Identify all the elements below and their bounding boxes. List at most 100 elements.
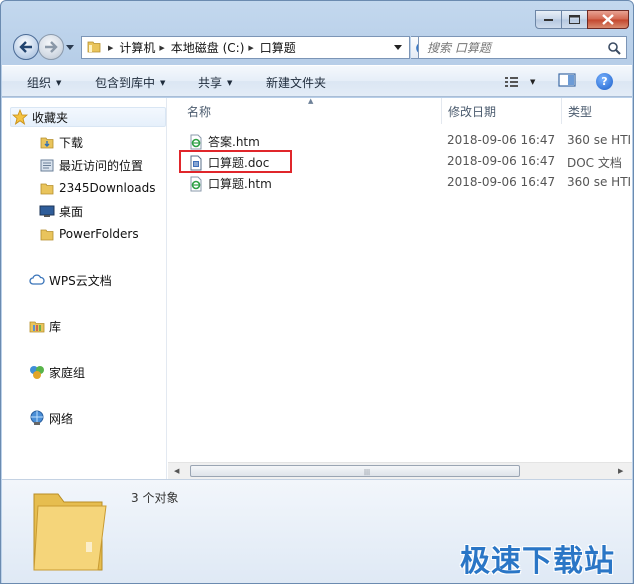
new-folder-button[interactable]: 新建文件夹 bbox=[266, 74, 326, 91]
preview-pane-icon bbox=[558, 73, 576, 87]
share-label: 共享 bbox=[198, 76, 223, 90]
preview-pane-button[interactable] bbox=[558, 72, 576, 91]
new-folder-label: 新建文件夹 bbox=[266, 76, 327, 90]
column-header-date[interactable]: 修改日期 bbox=[441, 98, 561, 124]
scrollbar-thumb[interactable]: ||| bbox=[190, 465, 520, 477]
back-arrow-icon bbox=[19, 41, 32, 53]
highlight-annotation bbox=[179, 150, 292, 173]
organize-menu[interactable]: 组织 ▼ bbox=[27, 74, 61, 91]
command-bar: 组织 ▼ 包含到库中 ▼ 共享 ▼ 新建文件夹 ▼ ? bbox=[2, 65, 632, 97]
sidebar-item-network[interactable]: 网络 bbox=[28, 408, 73, 428]
folder-icon bbox=[87, 39, 101, 56]
maximize-icon bbox=[569, 15, 580, 24]
file-date: 2018-09-06 16:47 bbox=[447, 154, 556, 168]
share-menu[interactable]: 共享 ▼ bbox=[198, 74, 232, 91]
cloud-icon bbox=[28, 272, 46, 288]
close-button[interactable] bbox=[587, 10, 629, 29]
scroll-left-icon[interactable]: ◀ bbox=[174, 467, 179, 475]
html-file-icon bbox=[190, 176, 202, 191]
forward-button[interactable] bbox=[38, 34, 64, 60]
html-file-icon bbox=[190, 134, 202, 149]
maximize-button[interactable] bbox=[561, 10, 588, 29]
caption-buttons bbox=[535, 10, 629, 29]
sidebar-label: PowerFolders bbox=[59, 227, 139, 241]
minimize-icon bbox=[543, 18, 553, 21]
scroll-right-icon[interactable]: ▶ bbox=[618, 467, 623, 475]
sidebar-item-downloads[interactable]: 下载 bbox=[38, 132, 83, 152]
column-header-type[interactable]: 类型 bbox=[561, 98, 632, 124]
library-icon bbox=[28, 318, 46, 334]
file-name: 答案.htm bbox=[208, 135, 260, 149]
sidebar-item-favorites[interactable]: 收藏夹 bbox=[10, 107, 166, 127]
minimize-button[interactable] bbox=[535, 10, 562, 29]
view-dropdown-icon: ▼ bbox=[530, 78, 536, 86]
sidebar-item-desktop[interactable]: 桌面 bbox=[38, 201, 83, 221]
search-input[interactable] bbox=[427, 40, 597, 55]
navigation-bar: ▶ 计算机 ▶ 本地磁盘 (C:) ▶ 口算题 bbox=[9, 34, 627, 60]
help-button[interactable]: ? bbox=[596, 73, 613, 90]
sidebar-item-recent-places[interactable]: 最近访问的位置 bbox=[38, 155, 143, 175]
watermark: 极速下载站 bbox=[460, 544, 615, 579]
dropdown-arrow-icon: ▼ bbox=[227, 79, 233, 87]
horizontal-scrollbar[interactable]: ◀ ||| ▶ bbox=[168, 462, 632, 479]
file-type: 360 se HTI bbox=[567, 133, 632, 147]
dropdown-arrow-icon: ▼ bbox=[56, 79, 62, 87]
address-dropdown-icon[interactable] bbox=[394, 44, 403, 51]
sidebar-item-2345downloads[interactable]: 2345Downloads bbox=[38, 178, 155, 198]
breadcrumb-current-folder[interactable]: 口算题 bbox=[260, 39, 296, 56]
address-bar[interactable]: ▶ 计算机 ▶ 本地磁盘 (C:) ▶ 口算题 bbox=[81, 36, 410, 59]
column-header-name[interactable]: 名称 bbox=[180, 98, 442, 124]
sidebar-item-libraries[interactable]: 库 bbox=[28, 316, 61, 336]
file-name-cell: 答案.htm bbox=[188, 133, 260, 150]
star-icon bbox=[11, 109, 29, 125]
file-name-cell: 口算题.htm bbox=[188, 175, 272, 192]
sidebar-label: 网络 bbox=[49, 411, 74, 426]
search-box[interactable] bbox=[418, 36, 627, 59]
sidebar-label: 最近访问的位置 bbox=[59, 158, 144, 173]
sidebar-item-wps-cloud[interactable]: WPS云文档 bbox=[28, 270, 112, 290]
file-name: 口算题.htm bbox=[208, 177, 272, 191]
search-icon[interactable] bbox=[607, 41, 621, 55]
recent-places-icon bbox=[38, 157, 56, 173]
downloads-folder-icon bbox=[38, 134, 56, 150]
sidebar-label: WPS云文档 bbox=[49, 273, 112, 288]
explorer-window: ▶ 计算机 ▶ 本地磁盘 (C:) ▶ 口算题 组织 ▼ 包含到库中 ▼ 共享 ▼ 新… bbox=[0, 0, 634, 584]
grip-icon: ||| bbox=[364, 469, 371, 476]
homegroup-icon bbox=[28, 364, 46, 380]
main-content: 收藏夹 下载 最近访问的位置 2345Downloads 桌面 PowerFol… bbox=[2, 98, 632, 479]
sidebar-label: 2345Downloads bbox=[59, 181, 156, 195]
sidebar-item-powerfolders[interactable]: PowerFolders bbox=[38, 224, 139, 244]
recent-pages-dropdown-icon[interactable] bbox=[66, 43, 75, 52]
breadcrumb-computer[interactable]: 计算机 bbox=[119, 39, 155, 56]
breadcrumb-local-disk[interactable]: 本地磁盘 (C:) bbox=[171, 39, 245, 56]
include-in-library-menu[interactable]: 包含到库中 ▼ bbox=[95, 74, 165, 91]
include-in-library-label: 包含到库中 bbox=[95, 76, 156, 90]
large-folder-icon bbox=[33, 493, 107, 571]
folder-icon bbox=[38, 226, 56, 242]
file-date: 2018-09-06 16:47 bbox=[447, 133, 556, 147]
sidebar-label: 库 bbox=[49, 319, 62, 334]
breadcrumb-separator-icon[interactable]: ▶ bbox=[248, 44, 253, 52]
file-type: DOC 文档 bbox=[567, 156, 622, 170]
file-row[interactable]: 答案.htm 2018-09-06 16:47 360 se HTI bbox=[181, 130, 632, 151]
breadcrumb-separator-icon[interactable]: ▶ bbox=[108, 44, 113, 52]
network-icon bbox=[28, 410, 46, 426]
file-date: 2018-09-06 16:47 bbox=[447, 175, 556, 189]
sidebar-item-homegroup[interactable]: 家庭组 bbox=[28, 362, 85, 382]
change-view-button[interactable]: ▼ bbox=[504, 72, 542, 92]
dropdown-arrow-icon: ▼ bbox=[160, 79, 166, 87]
navigation-pane: 收藏夹 下载 最近访问的位置 2345Downloads 桌面 PowerFol… bbox=[2, 98, 167, 479]
item-count: 3 个对象 bbox=[131, 491, 179, 505]
forward-arrow-icon bbox=[45, 41, 58, 53]
organize-label: 组织 bbox=[27, 76, 52, 90]
folder-icon bbox=[38, 180, 56, 196]
file-row[interactable]: 口算题.htm 2018-09-06 16:47 360 se HTI bbox=[181, 172, 632, 193]
desktop-icon bbox=[38, 203, 56, 219]
back-button[interactable] bbox=[13, 34, 39, 60]
sidebar-label: 收藏夹 bbox=[32, 110, 69, 125]
sidebar-label: 桌面 bbox=[59, 204, 84, 219]
file-type: 360 se HTI bbox=[567, 175, 632, 189]
breadcrumb-separator-icon[interactable]: ▶ bbox=[159, 44, 164, 52]
help-icon: ? bbox=[601, 75, 608, 88]
sidebar-label: 家庭组 bbox=[49, 365, 86, 380]
